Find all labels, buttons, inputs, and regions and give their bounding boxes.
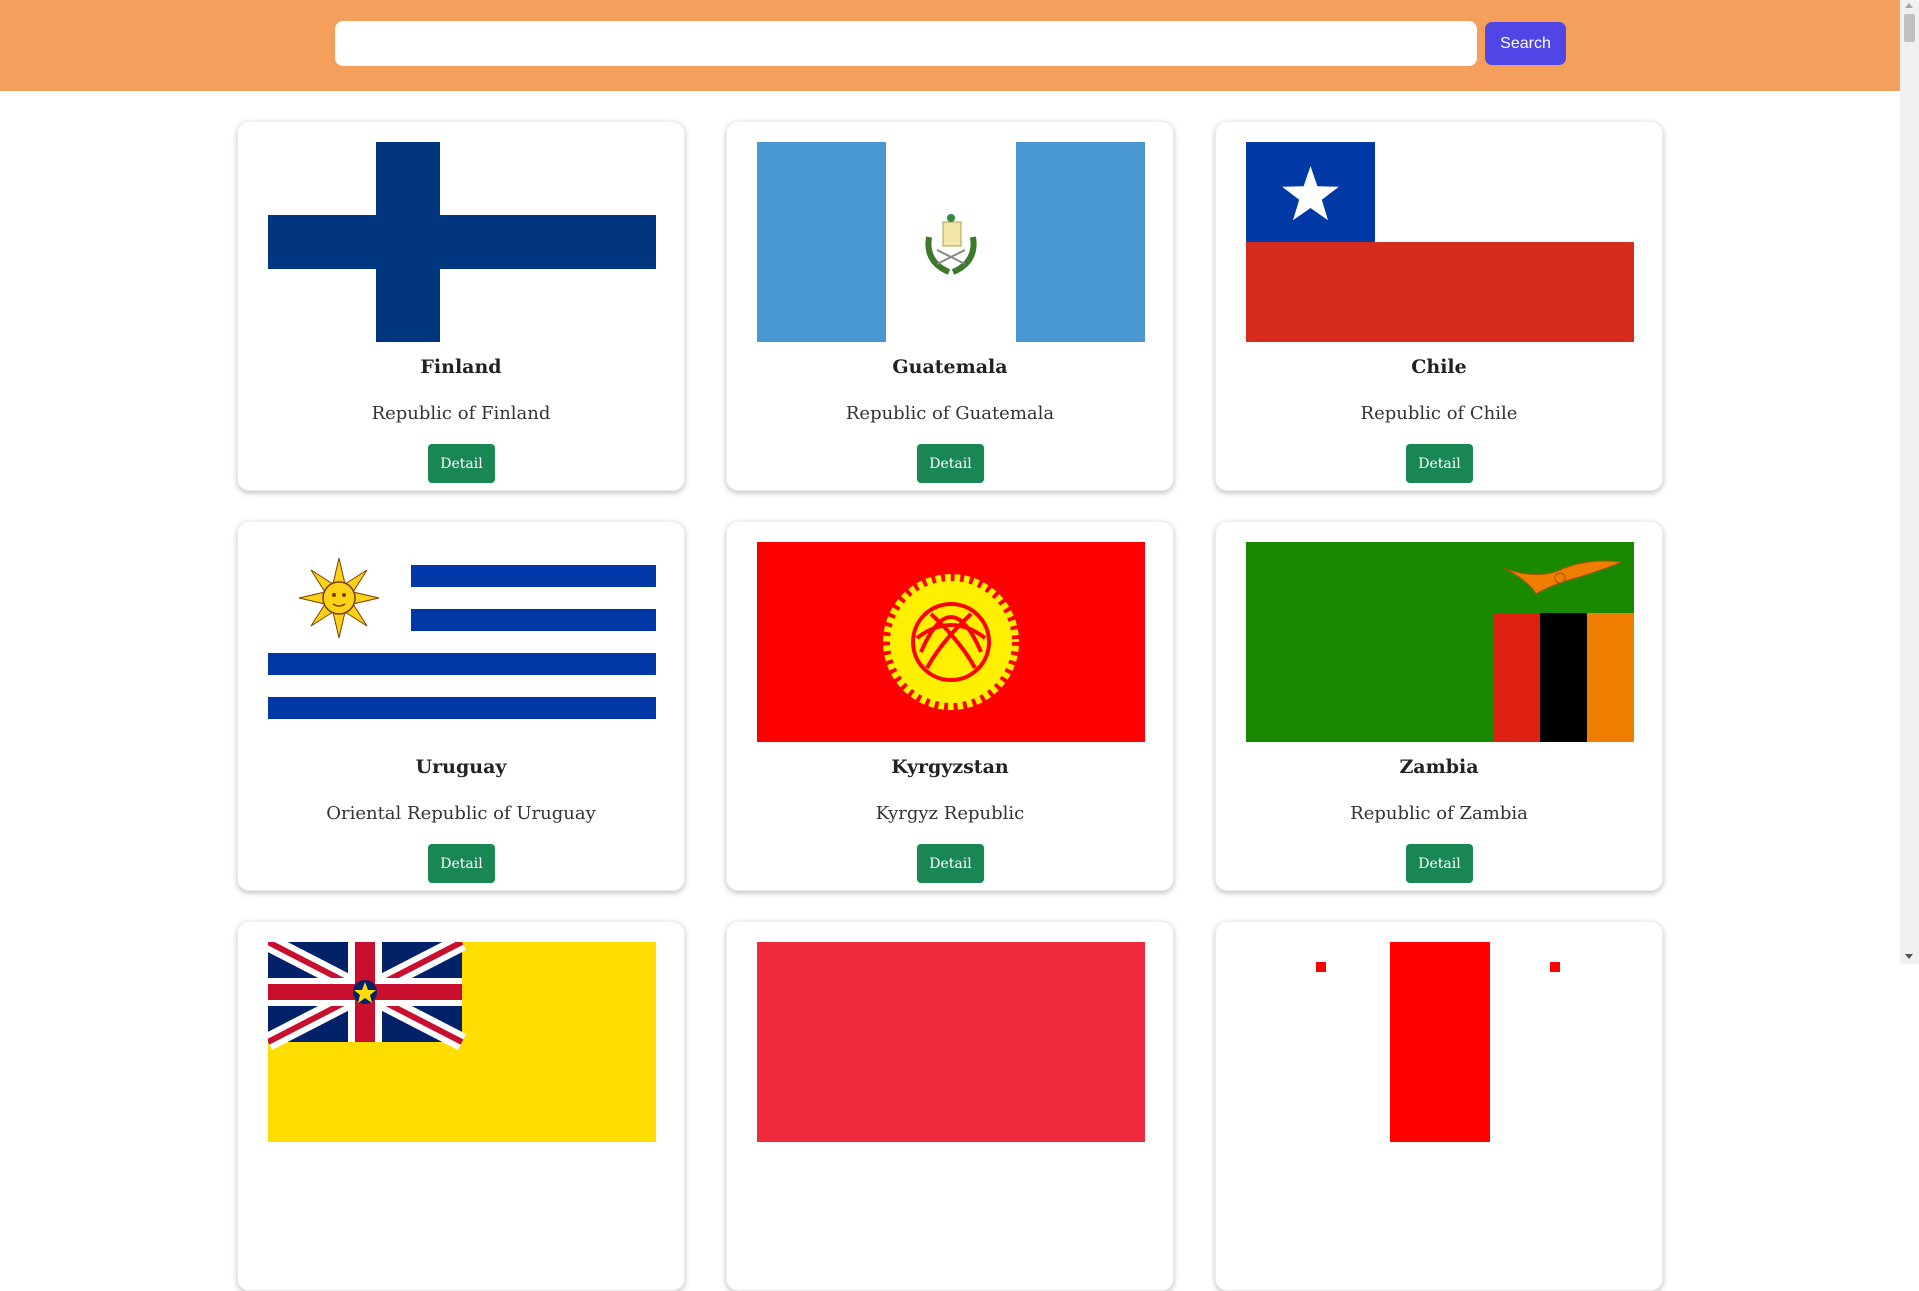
country-card-partial-2 xyxy=(726,921,1174,1291)
scroll-down-arrow-icon[interactable] xyxy=(1905,954,1913,959)
official-name: Republic of Finland xyxy=(371,403,551,424)
country-card-uruguay: Uruguay Oriental Republic of Uruguay Det… xyxy=(237,521,685,891)
flag-icon xyxy=(757,942,1145,1142)
flag-icon xyxy=(1246,942,1634,1142)
official-name: Kyrgyz Republic xyxy=(875,803,1025,824)
search-button[interactable]: Search xyxy=(1485,22,1566,65)
detail-button[interactable]: Detail xyxy=(1406,844,1473,883)
country-name: Finland xyxy=(420,356,502,378)
country-card-finland: Finland Republic of Finland Detail xyxy=(237,121,685,491)
country-card-zambia: Zambia Republic of Zambia Detail xyxy=(1215,521,1663,891)
zambia-flag-icon xyxy=(1246,542,1634,742)
detail-button[interactable]: Detail xyxy=(917,844,984,883)
country-name: Guatemala xyxy=(892,356,1008,378)
country-card-chile: Chile Republic of Chile Detail xyxy=(1215,121,1663,491)
header-bar: Search xyxy=(0,0,1900,91)
detail-button[interactable]: Detail xyxy=(917,444,984,483)
search-input[interactable] xyxy=(335,21,1477,66)
official-name: Republic of Zambia xyxy=(1350,803,1528,824)
scroll-up-arrow-icon[interactable] xyxy=(1905,3,1913,8)
detail-button[interactable]: Detail xyxy=(1406,444,1473,483)
official-name: Oriental Republic of Uruguay xyxy=(326,803,596,824)
vertical-scrollbar[interactable] xyxy=(1900,0,1919,964)
uruguay-flag-icon xyxy=(268,542,656,742)
flag-icon xyxy=(268,942,656,1142)
country-card-partial-1 xyxy=(237,921,685,1291)
finland-flag-icon xyxy=(268,142,656,342)
kyrgyzstan-flag-icon xyxy=(757,542,1145,742)
chile-flag-icon xyxy=(1246,142,1634,342)
country-card-kyrgyzstan: Kyrgyzstan Kyrgyz Republic Detail xyxy=(726,521,1174,891)
detail-button[interactable]: Detail xyxy=(428,844,495,883)
guatemala-flag-icon xyxy=(757,142,1145,342)
country-card-guatemala: Guatemala Republic of Guatemala Detail xyxy=(726,121,1174,491)
country-card-partial-3 xyxy=(1215,921,1663,1291)
scroll-thumb[interactable] xyxy=(1904,14,1915,42)
country-name: Uruguay xyxy=(415,756,507,778)
country-name: Zambia xyxy=(1399,756,1479,778)
detail-button[interactable]: Detail xyxy=(428,444,495,483)
country-name: Kyrgyzstan xyxy=(891,756,1009,778)
country-name: Chile xyxy=(1411,356,1467,378)
official-name: Republic of Chile xyxy=(1360,403,1518,424)
official-name: Republic of Guatemala xyxy=(845,403,1055,424)
